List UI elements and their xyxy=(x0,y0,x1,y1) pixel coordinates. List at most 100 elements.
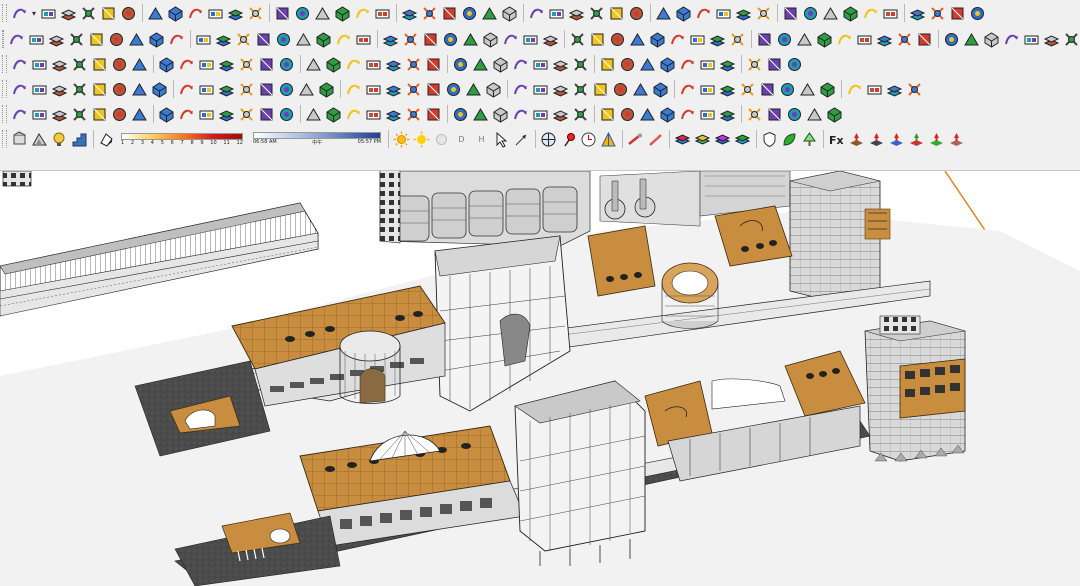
row2-tool-22-icon[interactable] xyxy=(442,31,459,48)
row4-tool-24-icon[interactable] xyxy=(485,81,502,98)
row4-tool-31-icon[interactable] xyxy=(632,81,649,98)
axes-icon[interactable] xyxy=(481,5,498,22)
row2-tool-31-icon[interactable] xyxy=(629,31,646,48)
row2-tool-34-icon[interactable] xyxy=(689,31,706,48)
style-dropdown-arrow-icon[interactable]: ▾ xyxy=(30,5,38,22)
row5-tool-36-icon[interactable] xyxy=(746,106,763,123)
row5-tool-25-icon[interactable] xyxy=(512,106,529,123)
row3-tool-9-icon[interactable] xyxy=(178,56,195,73)
row2-tool-9-icon[interactable] xyxy=(168,31,185,48)
styles-icon[interactable] xyxy=(294,5,311,22)
move-icon[interactable] xyxy=(80,5,97,22)
row3-tool-36-icon[interactable] xyxy=(746,56,763,73)
toolbar-grip[interactable] xyxy=(2,80,7,98)
row4-tool-32-icon[interactable] xyxy=(652,81,669,98)
orbit-icon[interactable] xyxy=(207,5,224,22)
row4-tool-37-icon[interactable] xyxy=(759,81,776,98)
sun-bright-icon[interactable] xyxy=(413,131,430,148)
row2-tool-15-icon[interactable] xyxy=(295,31,312,48)
row4-tool-36-icon[interactable] xyxy=(739,81,756,98)
row5-tool-3-icon[interactable] xyxy=(51,106,68,123)
model-viewport[interactable] xyxy=(0,171,1080,586)
shadow-toggle-icon[interactable] xyxy=(98,131,115,148)
row4-tool-35-icon[interactable] xyxy=(719,81,736,98)
row3-tool-8-icon[interactable] xyxy=(158,56,175,73)
row5-tool-11-icon[interactable] xyxy=(218,106,235,123)
row3-tool-13-icon[interactable] xyxy=(258,56,275,73)
row4-tool-7-icon[interactable] xyxy=(131,81,148,98)
push-up-icon[interactable] xyxy=(848,131,865,148)
mail-icon[interactable] xyxy=(628,5,645,22)
row2-tool-45-icon[interactable] xyxy=(916,31,933,48)
row2-tool-14-icon[interactable] xyxy=(275,31,292,48)
row3-tool-12-icon[interactable] xyxy=(238,56,255,73)
toolbar-grip[interactable] xyxy=(2,4,7,22)
row5-tool-28-icon[interactable] xyxy=(572,106,589,123)
paint-bucket-icon[interactable] xyxy=(40,5,57,22)
row3-tool-26-icon[interactable] xyxy=(532,56,549,73)
row4-tool-28-icon[interactable] xyxy=(572,81,589,98)
row4-tool-6-icon[interactable] xyxy=(111,81,128,98)
upload-icon[interactable] xyxy=(588,5,605,22)
shaded-box-icon[interactable] xyxy=(11,5,28,22)
row2-tool-49-icon[interactable] xyxy=(1003,31,1020,48)
cursor-icon[interactable] xyxy=(909,5,926,22)
pipe-icon[interactable] xyxy=(627,131,644,148)
row3-tool-6-icon[interactable] xyxy=(111,56,128,73)
push-brown-icon[interactable] xyxy=(948,131,965,148)
shadow-time-slider[interactable]: 06:58 AM 中午 05:57 PM xyxy=(253,132,381,146)
row3-tool-1-icon[interactable] xyxy=(11,56,28,73)
row5-tool-5-icon[interactable] xyxy=(91,106,108,123)
compass-icon[interactable] xyxy=(540,131,557,148)
row5-tool-21-icon[interactable] xyxy=(425,106,442,123)
row2-tool-37-icon[interactable] xyxy=(756,31,773,48)
row3-tool-32-icon[interactable] xyxy=(659,56,676,73)
row4-tool-39-icon[interactable] xyxy=(799,81,816,98)
row4-tool-4-icon[interactable] xyxy=(71,81,88,98)
row5-tool-35-icon[interactable] xyxy=(719,106,736,123)
row5-tool-24-icon[interactable] xyxy=(492,106,509,123)
leaf-icon[interactable] xyxy=(781,131,798,148)
row5-tool-9-icon[interactable] xyxy=(178,106,195,123)
glasses-icon[interactable] xyxy=(401,5,418,22)
row5-tool-8-icon[interactable] xyxy=(158,106,175,123)
globe-icon[interactable] xyxy=(501,5,518,22)
row4-tool-15-icon[interactable] xyxy=(298,81,315,98)
box-views-icon[interactable] xyxy=(715,5,732,22)
row2-tool-13-icon[interactable] xyxy=(255,31,272,48)
row5-tool-7-icon[interactable] xyxy=(131,106,148,123)
row3-tool-38-icon[interactable] xyxy=(786,56,803,73)
row2-tool-11-icon[interactable] xyxy=(215,31,232,48)
row4-tool-43-icon[interactable] xyxy=(886,81,903,98)
row3-tool-16-icon[interactable] xyxy=(325,56,342,73)
dimension-icon[interactable] xyxy=(187,5,204,22)
row2-tool-27-icon[interactable] xyxy=(542,31,559,48)
row4-tool-40-icon[interactable] xyxy=(819,81,836,98)
row5-tool-18-icon[interactable] xyxy=(365,106,382,123)
row2-tool-12-icon[interactable] xyxy=(235,31,252,48)
row5-tool-6-icon[interactable] xyxy=(111,106,128,123)
row4-tool-21-icon[interactable] xyxy=(425,81,442,98)
row3-tool-7-icon[interactable] xyxy=(131,56,148,73)
letter-h-button[interactable]: H xyxy=(473,131,490,148)
solid-tools-icon[interactable] xyxy=(461,5,478,22)
row2-tool-50-icon[interactable] xyxy=(1023,31,1040,48)
row2-tool-1-icon[interactable] xyxy=(8,31,25,48)
row4-tool-16-icon[interactable] xyxy=(318,81,335,98)
pipe-2-icon[interactable] xyxy=(647,131,664,148)
row4-tool-11-icon[interactable] xyxy=(218,81,235,98)
row4-tool-5-icon[interactable] xyxy=(91,81,108,98)
row2-tool-10-icon[interactable] xyxy=(195,31,212,48)
row3-tool-28-icon[interactable] xyxy=(572,56,589,73)
row2-tool-8-icon[interactable] xyxy=(148,31,165,48)
row4-tool-38-icon[interactable] xyxy=(779,81,796,98)
row3-tool-4-icon[interactable] xyxy=(71,56,88,73)
row3-tool-35-icon[interactable] xyxy=(719,56,736,73)
views-5-icon[interactable] xyxy=(802,5,819,22)
views-6-icon[interactable] xyxy=(822,5,839,22)
layer-stack-icon[interactable] xyxy=(674,131,691,148)
layer-stack-3-icon[interactable] xyxy=(714,131,731,148)
views-3-icon[interactable] xyxy=(755,5,772,22)
row5-tool-13-icon[interactable] xyxy=(258,106,275,123)
row5-tool-4-icon[interactable] xyxy=(71,106,88,123)
